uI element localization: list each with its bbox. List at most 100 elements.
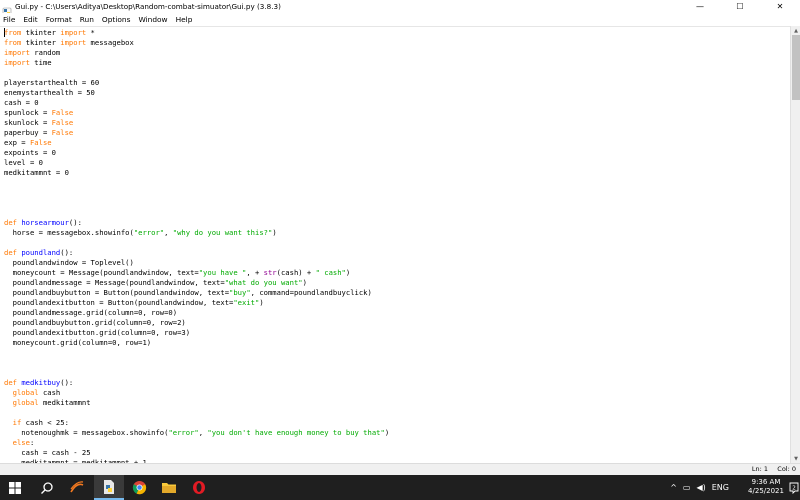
code-line[interactable]: [4, 358, 790, 368]
code-line[interactable]: spunlock = False: [4, 108, 790, 118]
code-line[interactable]: expoints = 0: [4, 148, 790, 158]
menu-help[interactable]: Help: [176, 15, 193, 24]
search-button[interactable]: [32, 475, 62, 500]
scroll-thumb[interactable]: [792, 35, 800, 100]
tray-chevron-icon[interactable]: ^: [670, 483, 677, 492]
code-line[interactable]: else:: [4, 438, 790, 448]
code-line[interactable]: medkitammnt = 0: [4, 168, 790, 178]
code-token: skunlock =: [4, 118, 52, 127]
minimize-button[interactable]: —: [680, 0, 720, 13]
code-token: poundland: [21, 248, 61, 257]
code-token: horsearmour: [21, 218, 69, 227]
code-token: "what do you want": [224, 278, 303, 287]
code-line[interactable]: cash = 0: [4, 98, 790, 108]
code-token: ():: [68, 218, 82, 227]
code-line[interactable]: level = 0: [4, 158, 790, 168]
code-line[interactable]: [4, 198, 790, 208]
code-line[interactable]: exp = False: [4, 138, 790, 148]
menu-run[interactable]: Run: [80, 15, 94, 24]
code-line[interactable]: poundlandbuybutton.grid(column=0, row=2): [4, 318, 790, 328]
code-token: expoints = 0: [4, 148, 56, 157]
menu-file[interactable]: File: [3, 15, 15, 24]
volume-icon[interactable]: ◀): [696, 483, 705, 492]
code-line[interactable]: poundlandwindow = Toplevel(): [4, 258, 790, 268]
code-text[interactable]: from tkinter import * from tkinter import…: [0, 27, 790, 463]
code-line[interactable]: poundlandmessage.grid(column=0, row=0): [4, 308, 790, 318]
code-line[interactable]: def poundland():: [4, 248, 790, 258]
code-line[interactable]: paperbuy = False: [4, 128, 790, 138]
keyboard-layout-label[interactable]: ENG: [712, 483, 729, 492]
code-token: time: [29, 58, 52, 67]
maximize-button[interactable]: ☐: [720, 0, 760, 13]
start-button[interactable]: [0, 475, 30, 500]
code-line[interactable]: poundlandexitbutton.grid(column=0, row=3…: [4, 328, 790, 338]
opera-icon: [193, 481, 205, 494]
taskbar-chrome-button[interactable]: [124, 475, 154, 500]
code-line[interactable]: poundlandmessage = Message(poundlandwind…: [4, 278, 790, 288]
notification-center-button[interactable]: 2: [789, 480, 799, 495]
code-line[interactable]: [4, 348, 790, 358]
taskbar-idle-button[interactable]: [94, 475, 124, 500]
code-line[interactable]: moneycount = Message(poundlandwindow, te…: [4, 268, 790, 278]
scroll-up-icon[interactable]: ▲: [791, 26, 800, 35]
code-line[interactable]: cash = cash - 25: [4, 448, 790, 458]
code-token: level = 0: [4, 158, 43, 167]
code-line[interactable]: from tkinter import messagebox: [4, 38, 790, 48]
taskbar: ^ ▭ ◀) ENG 9:36 AM 4/25/2021 2: [0, 475, 800, 500]
menu-options[interactable]: Options: [102, 15, 131, 24]
code-token: import: [4, 58, 30, 67]
vertical-scrollbar[interactable]: ▲ ▼: [790, 26, 800, 463]
code-token: global: [12, 398, 39, 407]
code-line[interactable]: [4, 368, 790, 378]
code-line[interactable]: import time: [4, 58, 790, 68]
status-line: Ln: 1: [751, 465, 768, 473]
code-line[interactable]: [4, 188, 790, 198]
taskbar-explorer-button[interactable]: [154, 475, 184, 500]
code-line[interactable]: moneycount.grid(column=0, row=1): [4, 338, 790, 348]
network-icon[interactable]: ▭: [683, 483, 691, 492]
code-line[interactable]: playerstarthealth = 60: [4, 78, 790, 88]
code-line[interactable]: global cash: [4, 388, 790, 398]
code-token: False: [51, 108, 74, 117]
code-line[interactable]: global medkitammnt: [4, 398, 790, 408]
code-token: cash < 25:: [21, 418, 69, 427]
folder-icon: [162, 483, 176, 493]
code-line[interactable]: if cash < 25:: [4, 418, 790, 428]
code-token: if: [12, 418, 22, 427]
taskbar-opera-button[interactable]: [184, 475, 214, 500]
code-line[interactable]: poundlandexitbutton = Button(poundlandwi…: [4, 298, 790, 308]
code-line[interactable]: [4, 68, 790, 78]
code-line[interactable]: [4, 178, 790, 188]
code-token: medkitbuy: [21, 378, 61, 387]
clock-date: 4/25/2021: [748, 487, 784, 495]
code-editor[interactable]: from tkinter import * from tkinter import…: [0, 26, 790, 463]
menu-edit[interactable]: Edit: [23, 15, 37, 24]
code-line[interactable]: from tkinter import *: [4, 28, 790, 38]
clock[interactable]: 9:36 AM 4/25/2021: [744, 478, 788, 496]
scroll-down-icon[interactable]: ▼: [791, 454, 800, 463]
code-line[interactable]: skunlock = False: [4, 118, 790, 128]
code-token: poundlandmessage.grid(column=0, row=0): [4, 308, 178, 317]
close-button[interactable]: ✕: [760, 0, 800, 13]
code-line[interactable]: def medkitbuy():: [4, 378, 790, 388]
menu-window[interactable]: Window: [138, 15, 167, 24]
code-line[interactable]: enemystarthealth = 50: [4, 88, 790, 98]
menu-format[interactable]: Format: [46, 15, 72, 24]
code-token: notenoughmk = messagebox.showinfo(: [4, 428, 169, 437]
code-line[interactable]: poundlandbuybutton = Button(poundlandwin…: [4, 288, 790, 298]
code-token: False: [51, 118, 74, 127]
chrome-icon: [132, 480, 146, 495]
code-token: "error": [133, 228, 165, 237]
code-line[interactable]: horse = messagebox.showinfo("error", "wh…: [4, 228, 790, 238]
code-line[interactable]: def horsearmour():: [4, 218, 790, 228]
code-line[interactable]: [4, 238, 790, 248]
code-token: enemystarthealth = 50: [4, 88, 95, 97]
code-line[interactable]: [4, 208, 790, 218]
code-line[interactable]: import random: [4, 48, 790, 58]
code-line[interactable]: notenoughmk = messagebox.showinfo("error…: [4, 428, 790, 438]
code-token: ():: [60, 248, 74, 257]
task-view-button[interactable]: [62, 475, 92, 500]
status-column: Col: 0: [777, 465, 796, 473]
code-token: messagebox: [86, 38, 134, 47]
code-line[interactable]: [4, 408, 790, 418]
